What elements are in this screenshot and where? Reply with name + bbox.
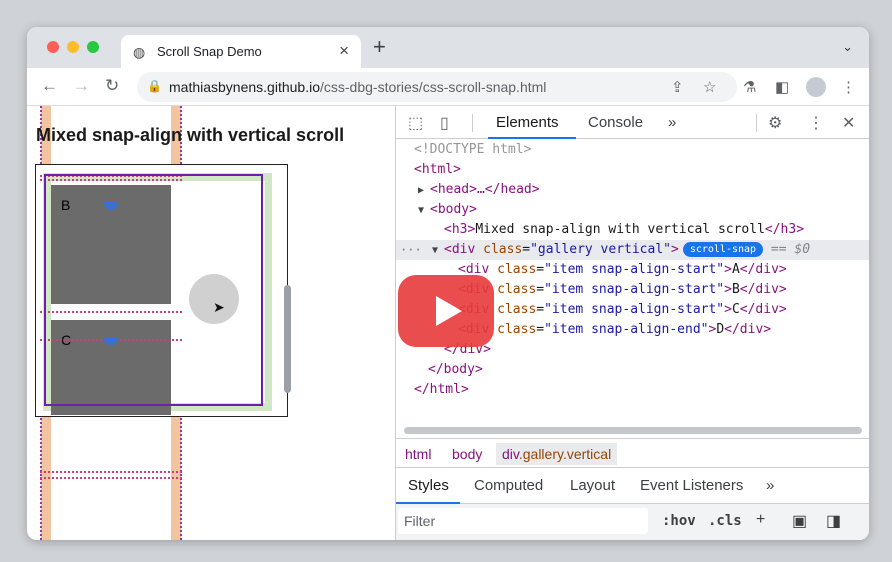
new-tab-button[interactable]: +	[373, 34, 386, 60]
styles-filter-bar: Filter :hov .cls + ▣ ◨	[396, 504, 869, 540]
tab-event-listeners[interactable]: Event Listeners	[640, 477, 743, 494]
collapse-arrow-icon[interactable]: ▼	[418, 201, 430, 221]
video-play-button[interactable]	[398, 275, 494, 347]
device-toolbar-icon[interactable]: ▯	[440, 113, 449, 133]
dom-node-doctype[interactable]: <!DOCTYPE html>	[396, 140, 869, 160]
reload-icon[interactable]: ↻	[105, 76, 119, 96]
lock-icon[interactable]: 🔒	[147, 79, 162, 93]
breadcrumb-html[interactable]: html	[405, 446, 431, 462]
mouse-pointer-icon: ➤	[213, 299, 225, 315]
share-icon[interactable]: ⇪	[671, 78, 684, 96]
profile-icon[interactable]	[806, 77, 826, 97]
styles-filter-input[interactable]: Filter	[398, 508, 648, 534]
dom-node-body[interactable]: ▼ <body>	[396, 200, 869, 220]
node-actions-ellipsis[interactable]: ···	[400, 240, 422, 260]
close-devtools-icon[interactable]: ✕	[842, 113, 855, 133]
url-text[interactable]: mathiasbynens.github.io/css-dbg-stories/…	[169, 79, 546, 95]
browser-tab[interactable]: ◍ Scroll Snap Demo ×	[121, 35, 361, 68]
hov-toggle[interactable]: :hov	[662, 513, 696, 529]
close-tab-icon[interactable]: ×	[339, 41, 349, 61]
selected-node-marker: == $0	[770, 242, 811, 257]
dom-node-html-close[interactable]: </html>	[396, 380, 869, 400]
tab-computed[interactable]: Computed	[474, 477, 543, 494]
collapse-arrow-icon[interactable]: ▼	[432, 241, 444, 261]
play-icon	[436, 296, 462, 326]
browser-toolbar: ← → ↻ 🔒 mathiasbynens.github.io/css-dbg-…	[27, 68, 869, 106]
divider	[756, 114, 757, 132]
dom-node-h3[interactable]: <h3>Mixed snap-align with vertical scrol…	[396, 220, 869, 240]
minimize-window-button[interactable]	[67, 41, 79, 53]
dom-tree[interactable]: <!DOCTYPE html> <html> ▶ <head>…</head> ▼…	[396, 140, 869, 430]
close-window-button[interactable]	[47, 41, 59, 53]
maximize-window-button[interactable]	[87, 41, 99, 53]
dom-node-head[interactable]: ▶ <head>…</head>	[396, 180, 869, 200]
scroll-snap-badge[interactable]: scroll-snap	[682, 242, 764, 257]
divider	[472, 114, 473, 132]
sidebar-toggle-icon[interactable]: ◨	[826, 511, 841, 531]
more-panel-tabs-button[interactable]: »	[766, 477, 774, 494]
flask-icon[interactable]: ⚗	[743, 78, 756, 96]
styles-pane-tabs: Styles Computed Layout Event Listeners »	[396, 468, 869, 504]
devtools-menu-icon[interactable]: ⋮	[808, 113, 824, 133]
dom-node-gallery-selected[interactable]: ··· ▼ <div class="gallery vertical"> scrol…	[396, 240, 869, 260]
devtools-toolbar: ⬚ ▯ Elements Console » ⚙ ⋮ ✕	[396, 106, 869, 139]
inspect-element-icon[interactable]: ⬚	[408, 113, 423, 133]
tab-layout[interactable]: Layout	[570, 477, 615, 494]
snap-dotted-line	[40, 471, 182, 473]
browser-window: ◍ Scroll Snap Demo × + ⌄ ← → ↻ 🔒 mathias…	[27, 27, 869, 540]
back-icon[interactable]: ←	[41, 76, 58, 96]
tab-strip: ◍ Scroll Snap Demo × + ⌄	[27, 27, 869, 68]
devtools-panel: ⬚ ▯ Elements Console » ⚙ ⋮ ✕ <!DOCTYPE h…	[395, 106, 869, 540]
more-tabs-button[interactable]: »	[668, 114, 676, 131]
scrollbar-thumb[interactable]	[284, 285, 291, 393]
tab-styles[interactable]: Styles	[408, 477, 449, 494]
address-bar[interactable]: 🔒 mathiasbynens.github.io/css-dbg-storie…	[137, 72, 737, 102]
tab-console[interactable]: Console	[588, 114, 643, 131]
tab-title: Scroll Snap Demo	[157, 44, 262, 59]
active-tab-indicator	[488, 137, 576, 139]
tab-search-icon[interactable]: ⌄	[842, 39, 853, 55]
paint-brush-icon[interactable]: ▣	[792, 511, 807, 531]
forward-icon[interactable]: →	[73, 76, 90, 96]
cls-toggle[interactable]: .cls	[708, 513, 742, 529]
page-viewport[interactable]: B C ➤ Mixed snap-align with vertical scr…	[27, 106, 395, 540]
dom-node-body-close[interactable]: </body>	[396, 360, 869, 380]
dom-node-html[interactable]: <html>	[396, 160, 869, 180]
expand-arrow-icon[interactable]: ▶	[418, 181, 430, 201]
star-icon[interactable]: ☆	[703, 78, 716, 96]
globe-icon: ◍	[133, 44, 146, 60]
browser-content: B C ➤ Mixed snap-align with vertical scr…	[27, 106, 869, 540]
gear-icon[interactable]: ⚙	[768, 113, 782, 133]
new-style-rule-button[interactable]: +	[756, 511, 765, 529]
breadcrumb-body[interactable]: body	[452, 446, 482, 462]
sidepanel-icon[interactable]: ◧	[775, 78, 789, 96]
horizontal-scrollbar[interactable]	[404, 427, 862, 434]
breadcrumb: html body div.gallery.vertical	[396, 438, 869, 468]
tab-elements[interactable]: Elements	[496, 114, 559, 131]
page-heading: Mixed snap-align with vertical scroll	[36, 125, 345, 145]
snap-dotted-line	[40, 477, 182, 479]
breadcrumb-gallery[interactable]: div.gallery.vertical	[496, 443, 618, 465]
menu-icon[interactable]: ⋮	[841, 78, 856, 96]
